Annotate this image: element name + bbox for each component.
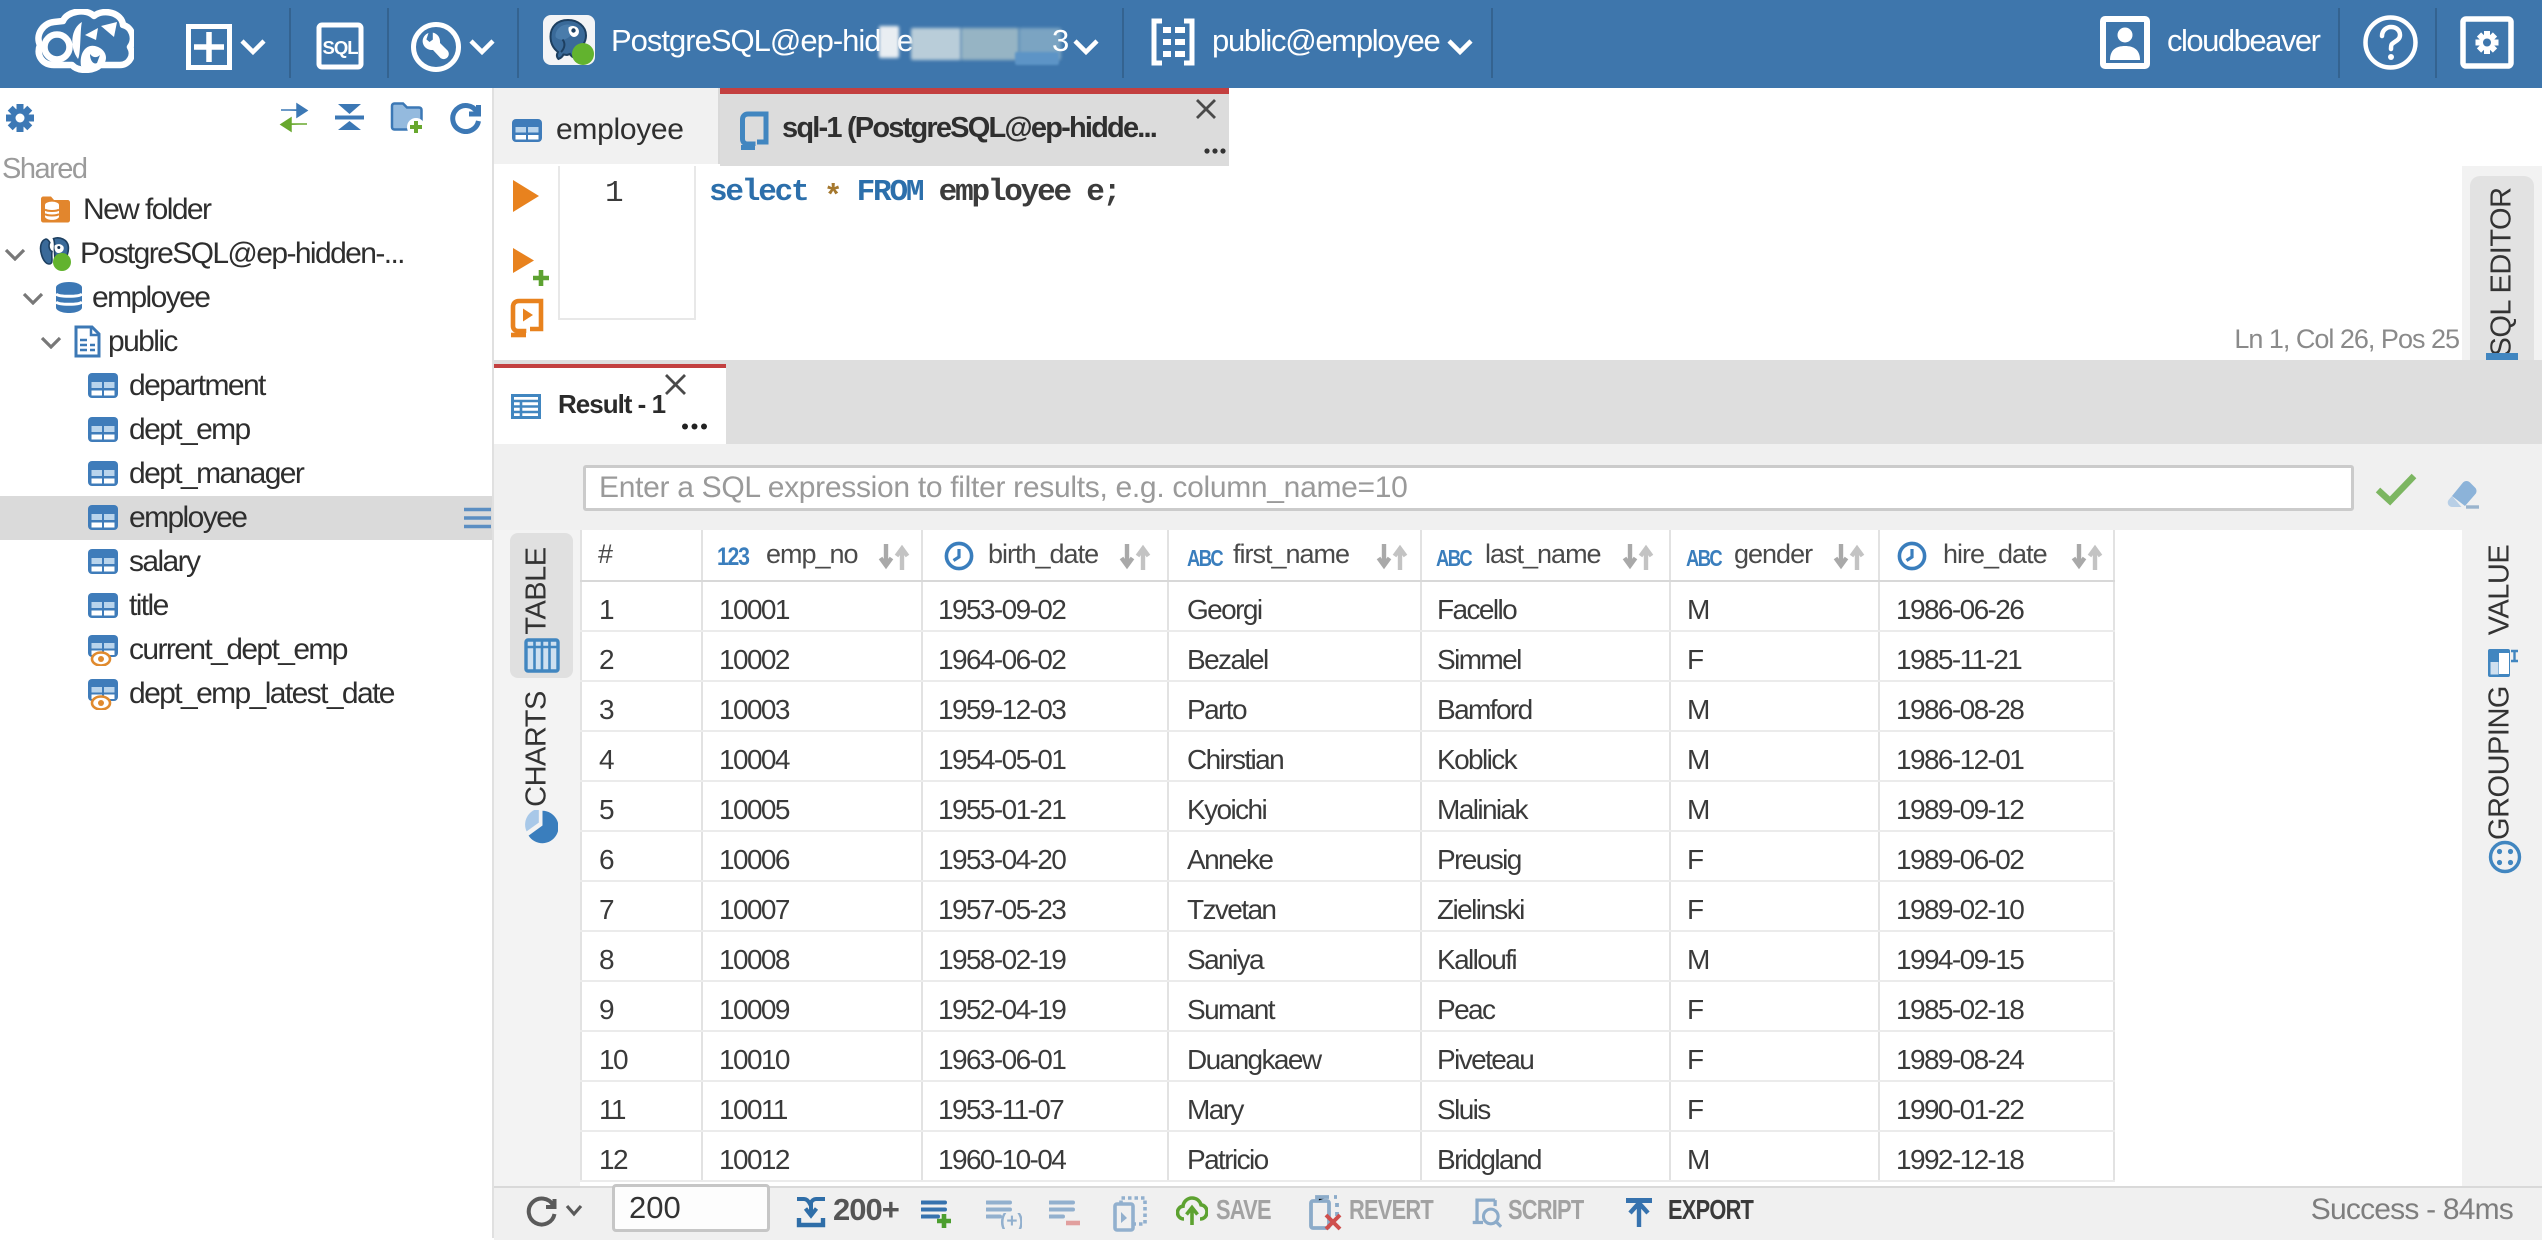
svg-text:(+): (+)	[1000, 1211, 1022, 1229]
svg-text:SQL: SQL	[322, 37, 358, 58]
